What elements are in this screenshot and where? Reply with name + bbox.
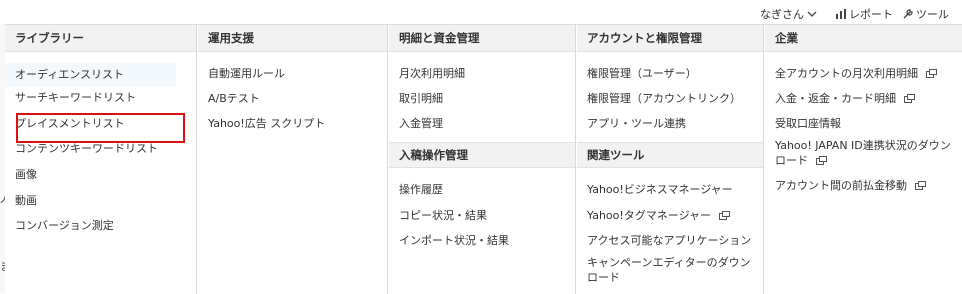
menu-item-audience-list[interactable]: オーディエンスリスト xyxy=(5,63,176,87)
menu-item-receiving-account[interactable]: 受取口座情報 xyxy=(775,117,841,131)
support-heading: 運用支援 xyxy=(198,25,387,52)
bar-chart-icon xyxy=(836,9,846,19)
tools-dropdown-menu: ライブラリー オーディエンスリスト サーチキーワードリスト プレイスメントリスト… xyxy=(5,24,962,294)
menu-item-campaign-editor-download[interactable]: キャンペーンエディターのダウンロード xyxy=(587,255,759,285)
tools-label: ツール xyxy=(916,8,949,21)
menu-item-prepayment-transfer[interactable]: アカウント間の前払金移動 xyxy=(775,179,926,193)
external-window-icon xyxy=(718,211,730,220)
account-heading: アカウントと権限管理 xyxy=(577,25,763,52)
menu-item-videos[interactable]: 動画 xyxy=(15,194,37,208)
billing-column: 明細と資金管理 月次利用明細 取引明細 入金管理 入稿操作管理 操作履歴 コピー… xyxy=(389,25,576,294)
menu-item-accessible-apps[interactable]: アクセス可能なアプリケーション xyxy=(587,234,751,248)
menu-item-all-accounts-monthly[interactable]: 全アカウントの月次利用明細 xyxy=(775,67,937,81)
wrench-icon xyxy=(903,9,913,19)
library-column: ライブラリー オーディエンスリスト サーチキーワードリスト プレイスメントリスト… xyxy=(5,25,197,294)
account-column: アカウントと権限管理 権限管理（ユーザー） 権限管理（アカウントリンク） アプリ… xyxy=(577,25,764,294)
top-bar: なぎさん レポート ツール xyxy=(0,0,962,24)
menu-item-auto-rules[interactable]: 自動運用ルール xyxy=(208,67,285,81)
id-link-download-label: Yahoo! JAPAN ID連携状況のダウンロード xyxy=(775,139,951,167)
menu-item-operation-history[interactable]: 操作履歴 xyxy=(399,183,443,197)
menu-item-payments-refunds[interactable]: 入金・返金・カード明細 xyxy=(775,92,915,106)
menu-item-content-keyword-list[interactable]: コンテンツキーワードリスト xyxy=(15,142,158,156)
menu-item-images[interactable]: 画像 xyxy=(15,168,37,182)
external-window-icon xyxy=(903,94,915,103)
external-window-icon xyxy=(914,181,926,190)
menu-item-permissions-users[interactable]: 権限管理（ユーザー） xyxy=(587,67,697,81)
chevron-down-icon xyxy=(807,11,817,17)
menu-item-id-link-download[interactable]: Yahoo! JAPAN ID連携状況のダウンロード xyxy=(775,138,955,168)
prepayment-transfer-label: アカウント間の前払金移動 xyxy=(775,179,907,192)
menu-item-conversion-measurement[interactable]: コンバージョン測定 xyxy=(15,219,114,233)
support-column: 運用支援 自動運用ルール A/Bテスト Yahoo!広告 スクリプト xyxy=(198,25,388,294)
library-heading: ライブラリー xyxy=(5,25,196,52)
menu-item-deposit-management[interactable]: 入金管理 xyxy=(399,117,443,131)
payments-refunds-label: 入金・返金・カード明細 xyxy=(775,92,896,105)
menu-item-scripts[interactable]: Yahoo!広告 スクリプト xyxy=(208,117,325,131)
all-accounts-monthly-label: 全アカウントの月次利用明細 xyxy=(775,67,918,80)
menu-item-import-status[interactable]: インポート状況・結果 xyxy=(399,234,509,248)
menu-item-copy-status[interactable]: コピー状況・結果 xyxy=(399,209,487,223)
report-label: レポート xyxy=(849,8,893,21)
menu-item-app-tool-integration[interactable]: アプリ・ツール連携 xyxy=(587,117,686,131)
menu-item-ab-test[interactable]: A/Bテスト xyxy=(208,92,260,106)
company-column: 企業 全アカウントの月次利用明細 入金・返金・カード明細 受取口座情報 Yaho… xyxy=(765,25,962,294)
user-menu[interactable]: なぎさん xyxy=(760,6,817,22)
menu-item-monthly-statement[interactable]: 月次利用明細 xyxy=(399,67,465,81)
external-window-icon xyxy=(925,69,937,78)
related-tools-subheading: 関連ツール xyxy=(577,142,763,168)
report-menu[interactable]: レポート xyxy=(836,6,893,22)
menu-item-permissions-account-link[interactable]: 権限管理（アカウントリンク） xyxy=(587,92,741,106)
menu-item-business-manager[interactable]: Yahoo!ビジネスマネージャー xyxy=(587,183,733,197)
menu-item-search-keyword-list[interactable]: サーチキーワードリスト xyxy=(15,91,136,105)
menu-item-transaction-details[interactable]: 取引明細 xyxy=(399,92,443,106)
highlight-box xyxy=(16,113,185,143)
tools-menu[interactable]: ツール xyxy=(903,6,949,22)
upload-ops-subheading: 入稿操作管理 xyxy=(389,142,575,168)
tag-manager-label: Yahoo!タグマネージャー xyxy=(587,209,712,222)
external-window-icon xyxy=(815,156,827,165)
billing-heading: 明細と資金管理 xyxy=(389,25,575,52)
company-heading: 企業 xyxy=(765,25,962,52)
user-name: なぎさん xyxy=(760,8,804,21)
menu-item-tag-manager[interactable]: Yahoo!タグマネージャー xyxy=(587,209,730,223)
